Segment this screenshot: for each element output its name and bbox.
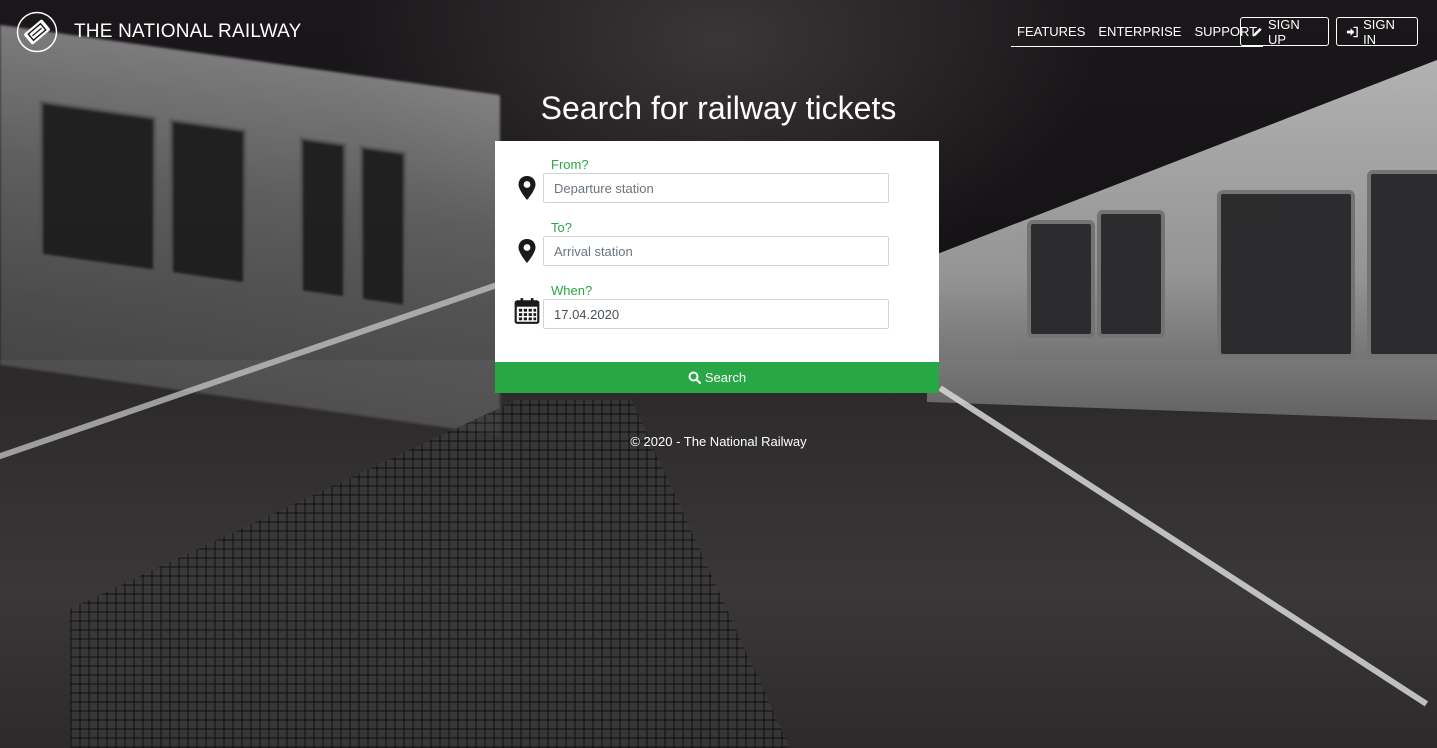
brand-name: THE NATIONAL RAILWAY bbox=[74, 21, 302, 42]
when-field-group: When? bbox=[495, 267, 939, 329]
search-label: Search bbox=[704, 370, 747, 385]
nav-enterprise[interactable]: ENTERPRISE bbox=[1098, 16, 1181, 46]
search-button[interactable]: Search bbox=[495, 362, 939, 393]
sign-up-label: SIGN UP bbox=[1268, 16, 1300, 47]
search-card: From? To? When? bbox=[495, 141, 939, 393]
sign-in-label: SIGN IN bbox=[1363, 16, 1395, 47]
from-input[interactable] bbox=[543, 173, 889, 203]
to-field-group: To? bbox=[495, 204, 939, 266]
pencil-icon bbox=[1252, 27, 1262, 37]
sign-in-icon bbox=[1346, 26, 1358, 37]
ticket-logo-icon bbox=[16, 11, 58, 53]
sign-in-button[interactable]: SIGN IN bbox=[1336, 16, 1418, 47]
map-marker-icon bbox=[518, 176, 536, 200]
to-input[interactable] bbox=[543, 236, 889, 266]
when-label: When? bbox=[551, 283, 593, 298]
footer-copyright: © 2020 - The National Railway bbox=[630, 434, 807, 449]
search-icon bbox=[688, 371, 701, 384]
calendar-icon bbox=[514, 298, 540, 324]
navbar: THE NATIONAL RAILWAY FEATURES ENTERPRISE… bbox=[0, 0, 1437, 64]
from-field-group: From? bbox=[495, 141, 939, 203]
train-left bbox=[0, 24, 500, 436]
page-title: Search for railway tickets bbox=[540, 90, 897, 126]
date-input[interactable] bbox=[543, 299, 889, 329]
brand[interactable]: THE NATIONAL RAILWAY bbox=[16, 11, 301, 53]
sign-up-button[interactable]: SIGN UP bbox=[1240, 16, 1329, 47]
from-label: From? bbox=[551, 157, 589, 172]
nav-features[interactable]: FEATURES bbox=[1017, 16, 1085, 46]
main-nav: FEATURES ENTERPRISE SUPPORT bbox=[1011, 16, 1264, 47]
map-marker-icon bbox=[518, 239, 536, 263]
to-label: To? bbox=[551, 220, 572, 235]
